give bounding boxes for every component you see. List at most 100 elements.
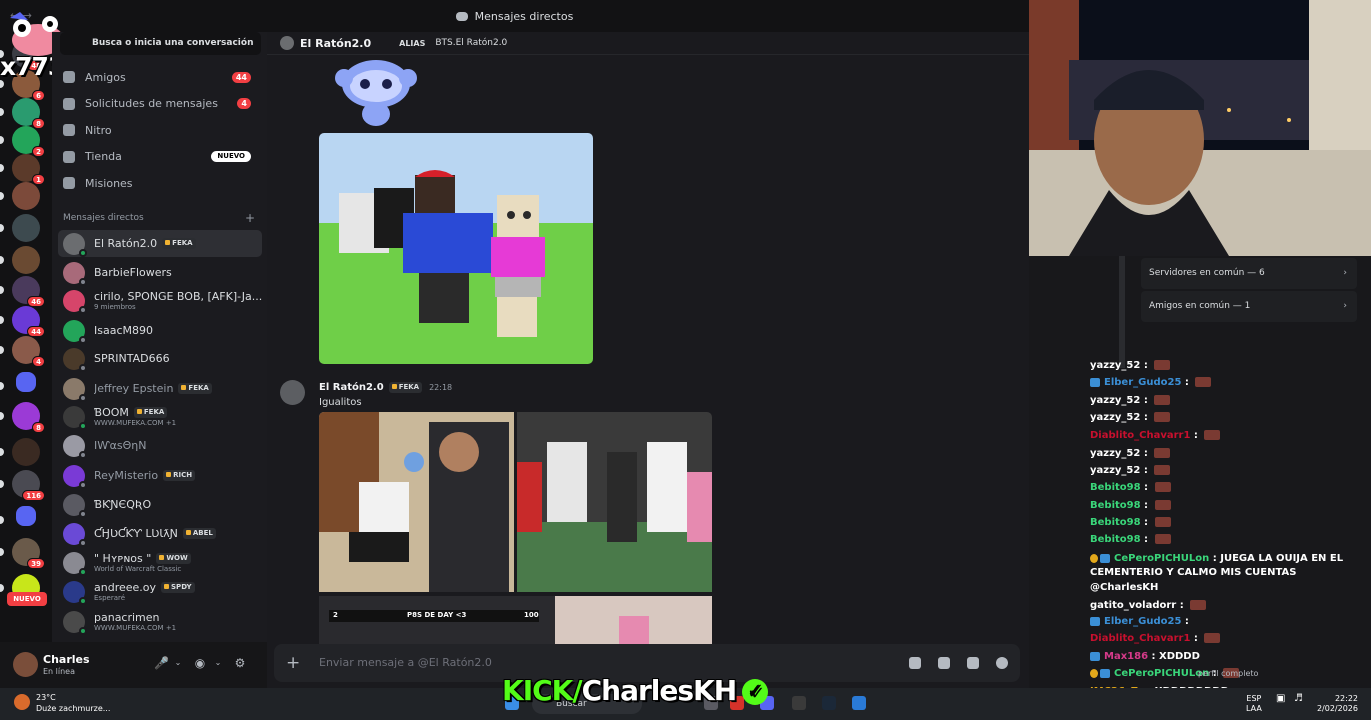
server-icon[interactable]: 1	[12, 154, 45, 185]
clock[interactable]: 22:22 2/02/2026	[1314, 694, 1358, 714]
server-icon[interactable]	[16, 506, 36, 526]
taskbar-app-icon[interactable]	[792, 696, 806, 710]
chat-title: El Ratón2.0	[300, 36, 372, 50]
common-servers-row[interactable]: Servidores en común — 6 ›	[1141, 258, 1357, 289]
photo-bottom[interactable]: 2 P8S DE DAY <3 100	[319, 596, 712, 644]
chat-username[interactable]: Elber_Gudo25	[1104, 616, 1181, 627]
chat-username[interactable]: yazzy_52	[1090, 360, 1140, 371]
photo-left[interactable]	[319, 412, 514, 592]
dm-item[interactable]: ƁOOM FEKA WWW.MUFEKA.COM +1	[58, 403, 262, 430]
server-icon[interactable]: 4	[12, 336, 45, 367]
roblox-scene	[319, 133, 593, 364]
message-author[interactable]: El Ratón2.0 FEKA 22:18	[319, 382, 452, 393]
chat-username[interactable]: CePeroPICHULon	[1114, 668, 1209, 679]
avatar[interactable]	[280, 380, 305, 405]
dm-item[interactable]: andreee.oy SPDY Esperaré	[58, 578, 262, 605]
language-indicator[interactable]: ESP LAA	[1246, 694, 1262, 714]
nav-nitro[interactable]: Nitro	[58, 118, 261, 142]
discord-window: ← → Mensajes directos 486821464448116391…	[0, 0, 1029, 688]
dm-item[interactable]: BarbieFlowers	[58, 259, 262, 286]
chat-username[interactable]: Max186	[1104, 651, 1148, 662]
chat-username[interactable]: Diablito_Chavarr1	[1090, 633, 1190, 644]
server-icon[interactable]: 8	[12, 98, 45, 129]
server-icon[interactable]: 116	[12, 470, 45, 501]
chat-username[interactable]: Bebito98	[1090, 482, 1141, 493]
dm-item[interactable]: cirilo, SPONGE BOB, [AFK]-Ja... 9 miembro…	[58, 287, 262, 314]
dm-item[interactable]: ƇӇƲƇƘƳ ԼƲƖƛƝ ABEL	[58, 520, 262, 547]
photo-right[interactable]	[517, 412, 712, 592]
kick-chat-line: @CharlesKH	[1090, 582, 1158, 593]
chevron-down-icon[interactable]: ⌄	[172, 657, 184, 669]
dm-item[interactable]: SPRINTAD666	[58, 345, 262, 372]
chat-username[interactable]: Bebito98	[1090, 517, 1141, 528]
chat-username[interactable]: yazzy_52	[1090, 395, 1140, 406]
gif-icon[interactable]	[938, 657, 950, 669]
nav-friends[interactable]: Amigos 44	[58, 65, 261, 89]
chat-username[interactable]: Bebito98	[1090, 534, 1141, 545]
chat-username[interactable]: Elber_Gudo25	[1104, 377, 1181, 388]
hud-left: 2	[333, 611, 338, 619]
search-input[interactable]: Busca o inicia una conversación	[60, 32, 261, 55]
nav-message-requests[interactable]: Solicitudes de mensajes 4	[58, 92, 261, 116]
weather-icon[interactable]	[14, 694, 30, 710]
server-icon[interactable]	[16, 372, 36, 392]
chat-username[interactable]: yazzy_52	[1090, 412, 1140, 423]
add-dm-icon[interactable]: +	[245, 211, 255, 225]
kick-chat-line: gatito_voladorr :	[1090, 600, 1207, 611]
dm-item[interactable]: ƁƘƝЄQƦO	[58, 491, 262, 518]
avatar[interactable]	[13, 652, 38, 677]
dm-item[interactable]: " Hʏᴘɴᴏs " WOW World of Warcraft Classic	[58, 549, 262, 576]
dm-item[interactable]: Jeffrey Epstein FEKA	[58, 375, 262, 402]
status-dot	[79, 509, 87, 518]
chat-username[interactable]: Diablito_Chavarr1	[1090, 430, 1190, 441]
taskbar-app-icon[interactable]	[852, 696, 866, 710]
dm-name: ƁOOM	[94, 406, 129, 419]
server-icon[interactable]: 8	[12, 402, 45, 433]
dm-item[interactable]: IsaacM890	[58, 317, 262, 344]
dm-item[interactable]: ΙⱲαѕΘηΝ	[58, 432, 262, 459]
dm-name: IsaacM890	[94, 324, 153, 337]
chat-username[interactable]: CePeroPICHULon	[1114, 553, 1209, 564]
scrollbar[interactable]	[1119, 256, 1125, 368]
message-input[interactable]: Enviar mensaje a @El Ratón2.0	[319, 656, 492, 669]
dm-name-row: ƁOOM FEKA	[94, 406, 176, 419]
headphones-icon[interactable]: ◉	[194, 657, 206, 669]
server-icon[interactable]	[12, 182, 40, 210]
avatar	[63, 580, 87, 605]
nav-quests[interactable]: Misiones	[58, 171, 261, 195]
steam-icon[interactable]	[822, 696, 836, 710]
dm-subtext: Esperaré	[94, 594, 126, 602]
server-icon[interactable]: 39	[12, 538, 45, 569]
roblox-image[interactable]	[319, 133, 593, 364]
add-attachment-icon[interactable]: +	[286, 653, 300, 673]
server-icon[interactable]: 46	[12, 276, 45, 307]
volume-icon[interactable]: ♬	[1294, 694, 1303, 704]
sticker-icon[interactable]	[967, 657, 979, 669]
common-servers-label: Servidores en común — 6	[1149, 268, 1265, 278]
server-icon[interactable]	[12, 438, 40, 466]
server-icon[interactable]	[12, 246, 40, 274]
dm-item[interactable]: El Ratón2.0 FEKA	[58, 230, 262, 257]
gear-icon[interactable]: ⚙	[234, 657, 246, 669]
server-icon[interactable]: 44	[12, 306, 45, 337]
chat-username[interactable]: gatito_voladorr	[1090, 600, 1176, 611]
chat-colon: :	[1140, 465, 1152, 476]
chevron-down-icon[interactable]: ⌄	[212, 657, 224, 669]
microphone-icon[interactable]: 🎤	[154, 657, 169, 669]
chat-username[interactable]: yazzy_52	[1090, 448, 1140, 459]
chat-username[interactable]: yazzy_52	[1090, 465, 1140, 476]
gift-icon[interactable]	[909, 657, 921, 669]
dm-item[interactable]: ReyMisterio RICH	[58, 462, 262, 489]
server-icon[interactable]: 2	[12, 126, 45, 157]
chat-username[interactable]: Bebito98	[1090, 500, 1141, 511]
dm-item[interactable]: panacrimen WWW.MUFEKA.COM +1	[58, 608, 262, 635]
network-icon[interactable]: ▣	[1276, 694, 1285, 704]
dm-name: BarbieFlowers	[94, 266, 172, 279]
emote-icon	[1154, 360, 1171, 370]
nav-shop[interactable]: Tienda NUEVO	[58, 145, 261, 169]
emoji-icon[interactable]	[996, 657, 1008, 669]
user-name: Charles	[43, 653, 90, 666]
common-friends-label: Amigos en común — 1	[1149, 301, 1251, 311]
server-icon[interactable]	[12, 214, 40, 242]
common-friends-row[interactable]: Amigos en común — 1 ›	[1141, 291, 1357, 322]
